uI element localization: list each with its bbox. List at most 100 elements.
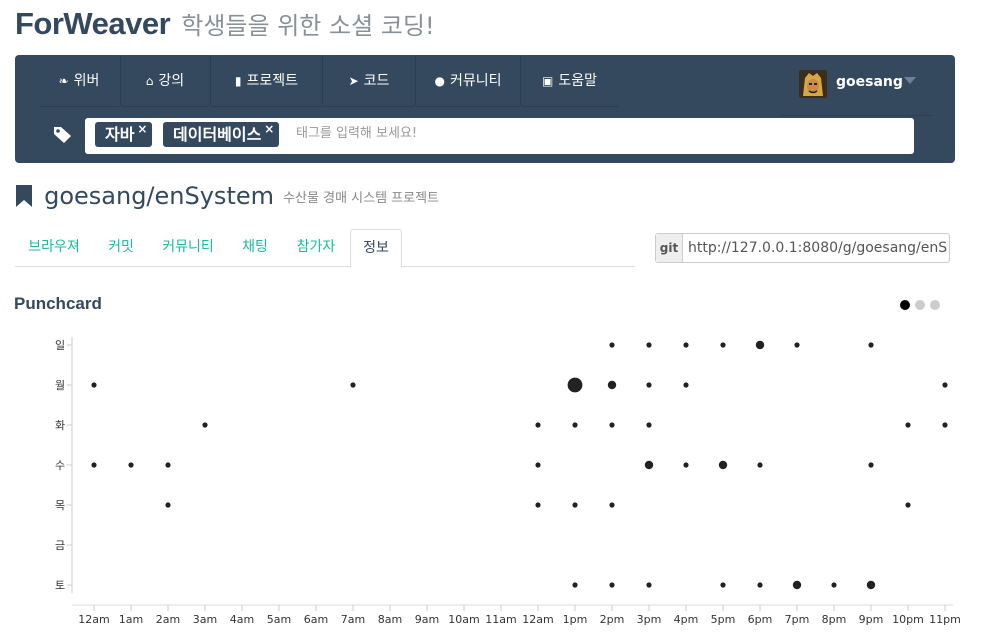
punchcard-dot [718, 460, 728, 470]
tab-chat[interactable]: 채팅 [227, 229, 283, 265]
tab-commits[interactable]: 커밋 [93, 229, 149, 265]
tag-input-box[interactable]: 자바 × 데이터베이스 × [85, 118, 914, 154]
x-tick-label: 2pm [600, 613, 625, 626]
punchcard-dot [792, 580, 802, 590]
punchcard-dot [755, 340, 765, 350]
punchcard-dot [757, 462, 763, 468]
punchcard-dot [572, 422, 578, 428]
tab-community[interactable]: 커뮤니티 [149, 229, 227, 265]
tag-icon [53, 126, 73, 148]
tab-participants[interactable]: 참가자 [283, 229, 349, 265]
punchcard-dot [720, 582, 726, 588]
comments-icon: ● [434, 74, 445, 88]
x-tick-label: 10am [448, 613, 479, 626]
punchcard-dot [572, 582, 578, 588]
nav-item-help[interactable]: ▣ 도움말 [521, 55, 618, 107]
punchcard-dot [720, 342, 726, 348]
punchcard-dot [567, 377, 583, 393]
twitter-bird-icon: ❧ [58, 74, 69, 88]
close-icon[interactable]: × [264, 117, 274, 142]
git-url-field[interactable] [685, 234, 948, 262]
caret-down-icon [904, 77, 916, 84]
punchcard-dot [91, 462, 97, 468]
nav-item-weaver[interactable]: ❧ 위버 [39, 55, 119, 107]
x-tick-label: 6pm [748, 613, 773, 626]
site-header: ForWeaver 학생들을 위한 소셜 코딩! [15, 6, 435, 46]
git-label: git [656, 234, 683, 262]
project-tabs: 브라우져 커밋 커뮤니티 채팅 참가자 정보 [15, 229, 635, 268]
punchcard-dot [831, 582, 837, 588]
rocket-icon: ➤ [348, 74, 359, 88]
nav-item-community[interactable]: ● 커뮤니티 [416, 55, 520, 107]
x-tick-label: 1pm [563, 613, 588, 626]
x-tick-label: 11pm [929, 613, 961, 626]
punchcard-dot [683, 462, 689, 468]
y-tick-label: 일 [55, 338, 65, 352]
punchcard-dot [942, 382, 948, 388]
y-tick-label: 월 [55, 379, 65, 392]
tag-chip[interactable]: 자바 × [95, 122, 153, 147]
carousel-dot[interactable] [930, 300, 940, 310]
x-tick-label: 7pm [785, 613, 810, 626]
punchcard-dot [572, 502, 578, 508]
navbar: ❧ 위버 ⌂ 강의 ▮ 프로젝트 ➤ 코드 ● 커뮤니티 ▣ 도움말 goesang [15, 55, 955, 163]
carousel-dot[interactable] [915, 300, 925, 310]
punchcard-dot [609, 422, 615, 428]
punchcard-chart: 일월화수목금토 12am 1am 2am 3am 4am 5am 6am 7am 8am 9am 1… [55, 337, 961, 626]
x-tick-label: 4am [230, 613, 254, 626]
x-tick-label: 12am [78, 613, 109, 626]
site-tagline: 학생들을 위한 소셜 코딩! [181, 12, 435, 40]
x-tick-label: 9am [415, 613, 439, 626]
punchcard-dot [350, 382, 356, 388]
punchcard-dot [757, 582, 763, 588]
project-name[interactable]: goesang/enSystem [44, 182, 274, 210]
punchcard-dot [794, 342, 800, 348]
nav-item-label: 커뮤니티 [449, 73, 502, 89]
tag-chip[interactable]: 데이터베이스 × [163, 122, 280, 147]
punchcard-dot [905, 422, 911, 428]
tab-browser[interactable]: 브라우져 [15, 229, 93, 265]
punchcard-dot [646, 342, 652, 348]
tag-chip-label: 자바 [105, 125, 135, 144]
tag-input[interactable] [296, 126, 896, 141]
punchcard-dot [607, 380, 617, 390]
project-description: 수산물 경매 시스템 프로젝트 [283, 190, 440, 206]
punchcard-dot [868, 342, 874, 348]
user-menu[interactable]: goesang [780, 55, 933, 116]
punchcard-dot [683, 342, 689, 348]
x-tick-label: 5am [267, 613, 291, 626]
punchcard-dot [683, 382, 689, 388]
x-tick-label: 6am [304, 613, 328, 626]
x-tick-label: 4pm [674, 613, 699, 626]
x-tick-label: 8pm [822, 613, 847, 626]
nav-item-project[interactable]: ▮ 프로젝트 [211, 55, 322, 107]
nav-item-label: 코드 [363, 73, 390, 89]
punchcard-dot [905, 502, 911, 508]
x-tick-label: 12am [522, 613, 553, 626]
x-tick-label: 9pm [859, 613, 884, 626]
avatar [799, 70, 827, 98]
carousel-dot-active[interactable] [900, 300, 910, 310]
tab-info[interactable]: 정보 [350, 229, 402, 268]
nav-item-code[interactable]: ➤ 코드 [323, 55, 415, 107]
y-tick-label: 수 [55, 459, 65, 472]
punchcard-dot [165, 462, 171, 468]
punchcard-dot [609, 502, 615, 508]
punchcard-dot [646, 422, 652, 428]
nav-item-label: 강의 [158, 73, 185, 89]
punchcard-dot [128, 462, 134, 468]
y-tick-label: 화 [55, 419, 65, 432]
bookmark-icon [15, 185, 38, 207]
x-tick-label: 10pm [892, 613, 924, 626]
nav-item-label: 위버 [73, 73, 100, 89]
site-logo[interactable]: ForWeaver [15, 6, 171, 41]
x-tick-label: 11am [485, 613, 516, 626]
dice-icon: ▣ [542, 74, 554, 88]
institution-icon: ⌂ [145, 74, 154, 88]
punchcard-dot [202, 422, 208, 428]
punchcard-dot [609, 342, 615, 348]
close-icon[interactable]: × [137, 117, 147, 142]
nav-item-lecture[interactable]: ⌂ 강의 [121, 55, 209, 107]
punchcard-dot [535, 422, 541, 428]
project-title: goesang/enSystem 수산물 경매 시스템 프로젝트 [15, 182, 439, 210]
